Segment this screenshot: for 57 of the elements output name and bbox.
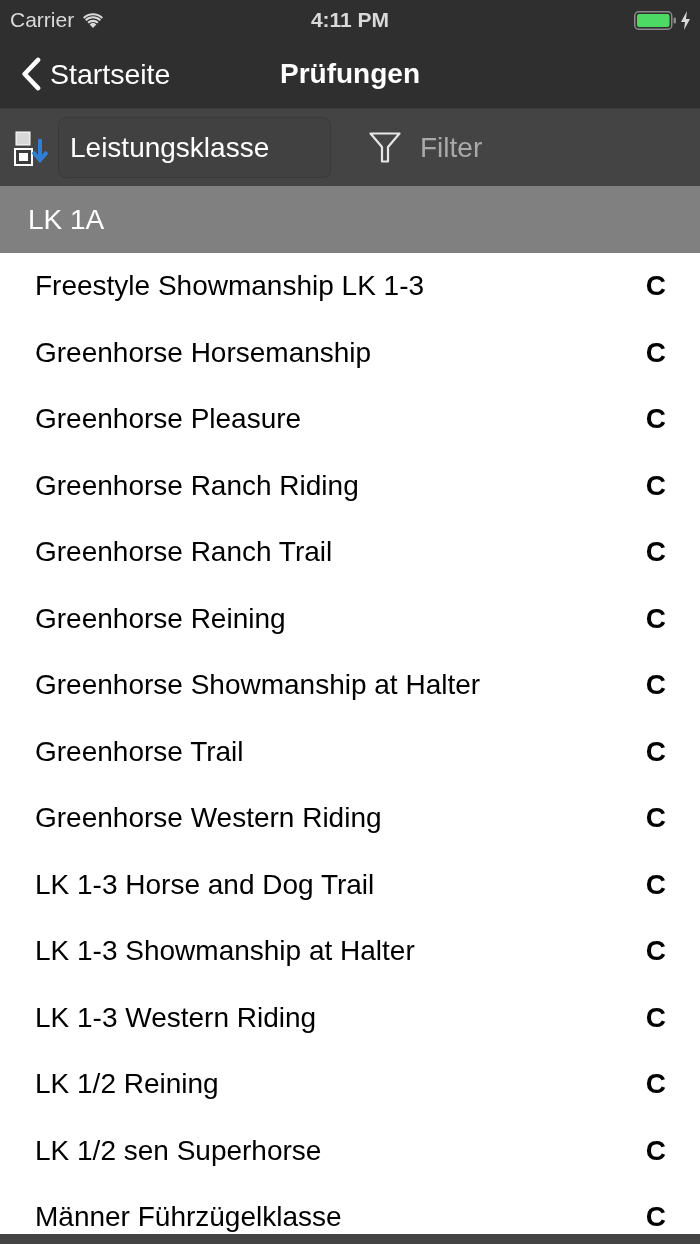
exam-row[interactable]: Greenhorse Reining C xyxy=(0,585,700,652)
exam-name: Greenhorse Western Riding xyxy=(35,802,382,835)
exam-class-grade: C xyxy=(645,735,666,768)
wifi-icon xyxy=(83,12,104,28)
filter-icon xyxy=(369,132,401,163)
exam-class-grade: C xyxy=(645,1134,666,1167)
exam-name: Greenhorse Showmanship at Halter xyxy=(35,669,481,702)
exam-row[interactable]: LK 1-3 Horse and Dog Trail C xyxy=(0,851,700,918)
carrier-name: Carrier xyxy=(10,8,75,32)
exam-name: Greenhorse Ranch Riding xyxy=(35,469,359,502)
exam-name: LK 1/2 Reining xyxy=(35,1068,219,1101)
exam-class-grade: C xyxy=(645,602,666,635)
back-button[interactable]: Startseite xyxy=(0,57,171,91)
exam-name: Männer Führzügelklasse xyxy=(35,1201,342,1234)
sort-icon[interactable] xyxy=(12,128,48,167)
exam-row[interactable]: Greenhorse Showmanship at Halter C xyxy=(0,652,700,719)
exam-name: LK 1-3 Horse and Dog Trail xyxy=(35,868,375,901)
exam-class-grade: C xyxy=(645,802,666,835)
exam-name: LK 1/2 sen Superhorse xyxy=(35,1134,322,1167)
screen-title: Prüfungen xyxy=(280,58,420,90)
exam-name: Freestyle Showmanship LK 1-3 xyxy=(35,270,425,303)
exam-row[interactable]: Greenhorse Horsemanship C xyxy=(0,319,700,386)
exam-name: Greenhorse Pleasure xyxy=(35,403,302,436)
exam-class-grade: C xyxy=(645,935,666,968)
exam-row[interactable]: Greenhorse Ranch Trail C xyxy=(0,519,700,586)
chevron-left-icon xyxy=(20,57,42,91)
exam-row[interactable]: Greenhorse Pleasure C xyxy=(0,386,700,453)
exam-class-grade: C xyxy=(645,669,666,702)
exam-name: Greenhorse Horsemanship xyxy=(35,336,372,369)
exam-row[interactable]: Greenhorse Western Riding C xyxy=(0,785,700,852)
battery-icon xyxy=(634,10,676,30)
exam-name: LK 1-3 Showmanship at Halter xyxy=(35,935,415,968)
exam-class-grade: C xyxy=(645,336,666,369)
sort-field-select[interactable]: Leistungsklasse xyxy=(58,117,331,178)
exam-class-grade: C xyxy=(645,868,666,901)
exam-row[interactable]: Männer Führzügelklasse C xyxy=(0,1184,700,1234)
exam-row[interactable]: LK 1/2 sen Superhorse C xyxy=(0,1117,700,1184)
exam-row[interactable]: Greenhorse Trail C xyxy=(0,718,700,785)
exam-name: Greenhorse Reining xyxy=(35,602,286,635)
status-time: 4:11 PM xyxy=(310,8,390,32)
exam-class-grade: C xyxy=(645,469,666,502)
exam-class-grade: C xyxy=(645,536,666,569)
exam-class-grade: C xyxy=(645,1068,666,1101)
exam-row[interactable]: LK 1/2 Reining C xyxy=(0,1051,700,1118)
exam-name: LK 1-3 Western Riding xyxy=(35,1001,317,1034)
section-header: LK 1A xyxy=(0,186,700,253)
exam-name: Greenhorse Ranch Trail xyxy=(35,536,333,569)
exam-name: Greenhorse Trail xyxy=(35,735,244,768)
exam-class-grade: C xyxy=(645,1001,666,1034)
exam-class-grade: C xyxy=(645,403,666,436)
exam-row[interactable]: LK 1-3 Western Riding C xyxy=(0,984,700,1051)
filter-button[interactable]: Filter xyxy=(369,131,483,164)
exam-class-grade: C xyxy=(645,270,666,303)
exam-row[interactable]: Greenhorse Ranch Riding C xyxy=(0,452,700,519)
exam-class-grade: C xyxy=(645,1201,666,1234)
exam-row[interactable]: LK 1-3 Showmanship at Halter C xyxy=(0,918,700,985)
exam-row[interactable]: Freestyle Showmanship LK 1-3 C xyxy=(0,253,700,320)
